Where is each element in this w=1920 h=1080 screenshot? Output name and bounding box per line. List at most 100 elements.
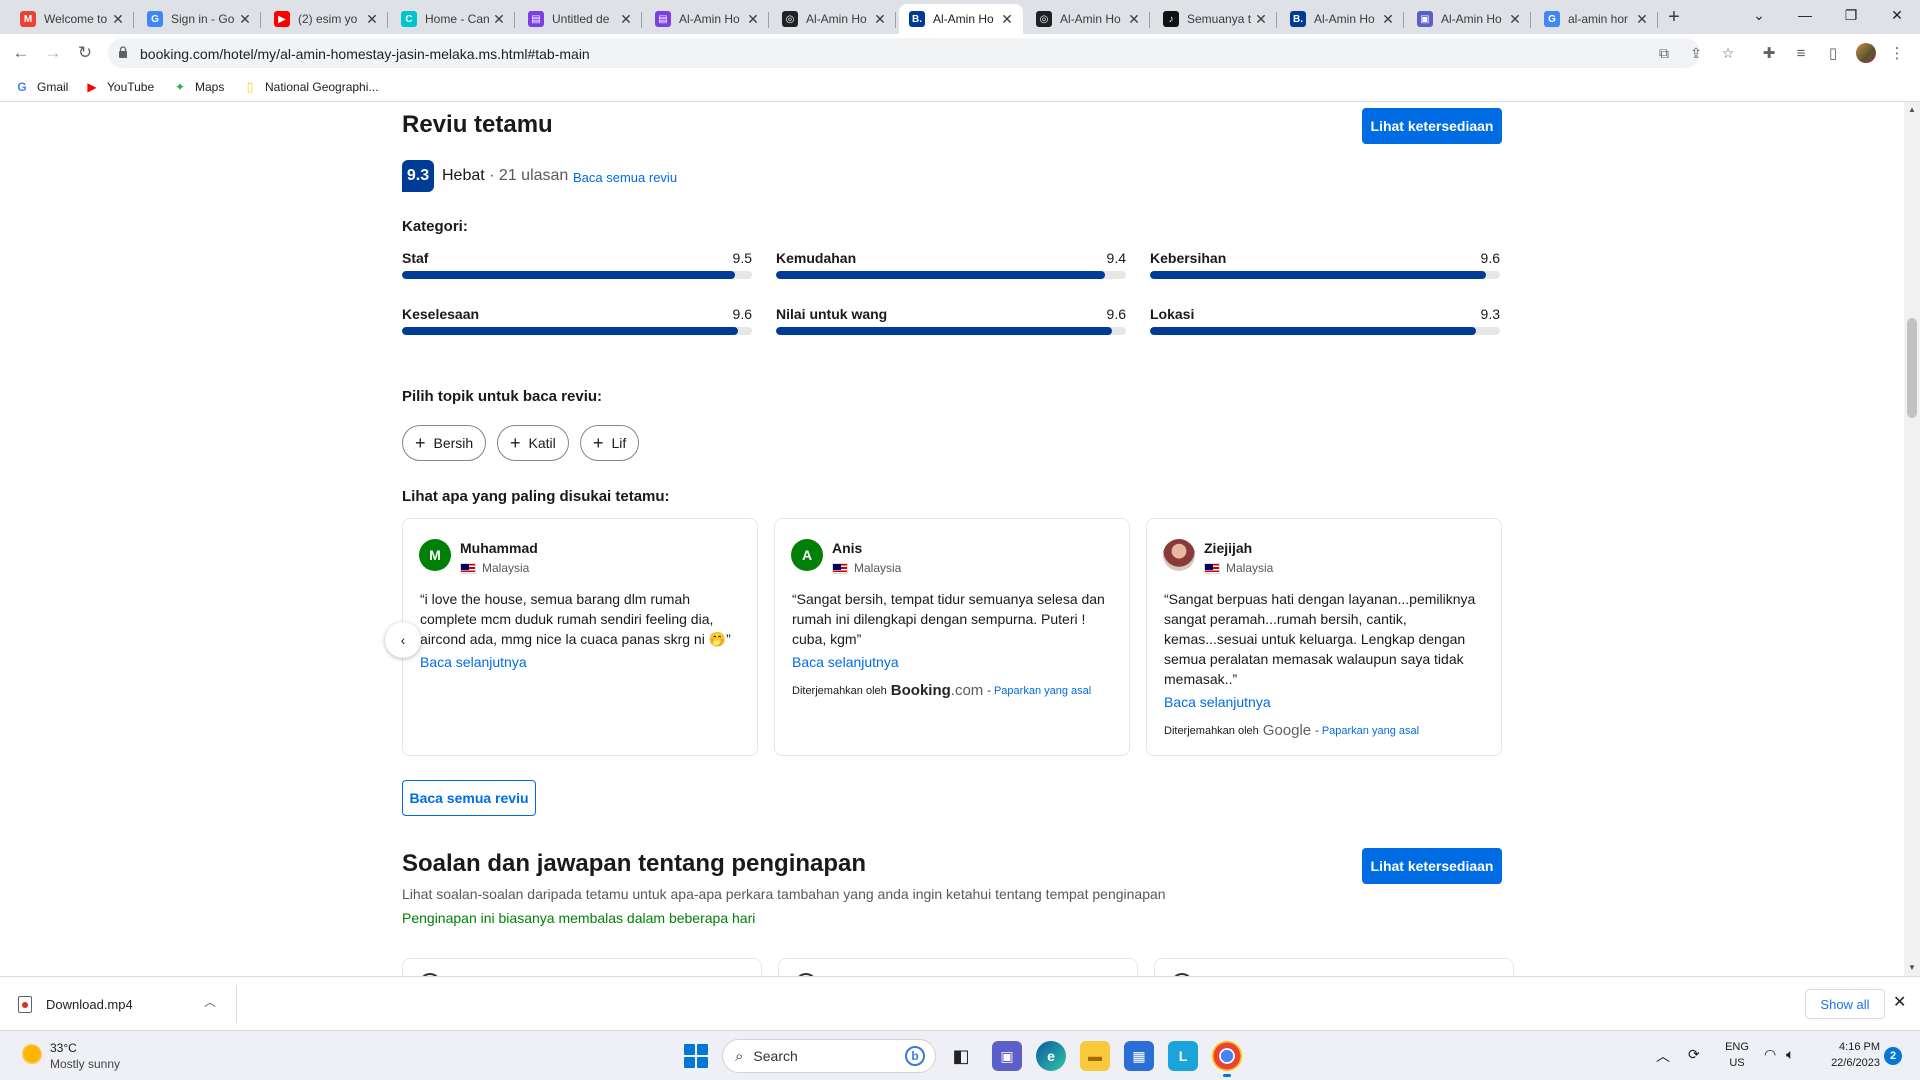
clock-time[interactable]: 4:16 PM	[1816, 1041, 1880, 1053]
topic-chip-katil[interactable]: + Katil	[497, 425, 569, 461]
volume-icon[interactable]: 🔈︎	[1786, 1046, 1794, 1063]
category-score: 9.4	[1106, 250, 1126, 266]
side-panel-icon[interactable]: ▯	[1824, 44, 1842, 62]
weather-temperature[interactable]: 33°C	[50, 1041, 77, 1055]
close-icon[interactable]: ✕	[1893, 992, 1906, 1012]
scroll-down-arrow-icon[interactable]: ▼	[1906, 962, 1918, 974]
tab-close-icon[interactable]: ✕	[745, 11, 761, 27]
lock-icon[interactable]	[118, 46, 128, 58]
menu-kebab-icon[interactable]: ⋮	[1888, 44, 1906, 62]
taskbar-search[interactable]: ⌕ Search b	[722, 1039, 936, 1073]
chevron-up-icon[interactable]: ︿	[1656, 1046, 1670, 1066]
browser-tab[interactable]: ◎ Al-Amin Ho ✕	[1026, 4, 1150, 34]
tab-close-icon[interactable]: ✕	[999, 11, 1015, 27]
show-original-link[interactable]: Paparkan yang asal	[1322, 725, 1419, 737]
tab-close-icon[interactable]: ✕	[1380, 11, 1396, 27]
scroll-up-arrow-icon[interactable]: ▲	[1906, 104, 1918, 116]
tab-search-chevron-icon[interactable]: ⌄	[1736, 0, 1782, 30]
read-all-reviews-button[interactable]: Baca semua reviu	[402, 780, 536, 816]
reload-icon[interactable]: ↻	[72, 40, 98, 66]
topic-chip-bersih[interactable]: + Bersih	[402, 425, 487, 461]
weather-description[interactable]: Mostly sunny	[50, 1057, 120, 1071]
topic-chip-lif[interactable]: + Lif	[580, 425, 640, 461]
read-more-link[interactable]: Baca selanjutnya	[420, 654, 527, 670]
app-l-icon[interactable]: L	[1168, 1041, 1198, 1071]
language-region[interactable]: US	[1722, 1057, 1752, 1069]
tab-close-icon[interactable]: ✕	[110, 11, 126, 27]
read-more-link[interactable]: Baca selanjutnya	[1164, 694, 1271, 710]
file-explorer-icon[interactable]: ▬	[1080, 1041, 1110, 1071]
profile-avatar[interactable]	[1856, 43, 1876, 63]
scrollbar-thumb[interactable]	[1907, 318, 1917, 418]
browser-tab[interactable]: C Home - Can ✕	[391, 4, 515, 34]
check-availability-button[interactable]: Lihat ketersediaan	[1362, 108, 1502, 144]
translate-icon[interactable]: ⧉	[1656, 45, 1672, 61]
carousel-prev-chevron-icon[interactable]: ‹	[385, 622, 421, 658]
sync-icon[interactable]: ⟳	[1688, 1046, 1700, 1063]
qa-check-availability-button[interactable]: Lihat ketersediaan	[1362, 848, 1502, 884]
bookmark-maps[interactable]: ✦ Maps	[172, 78, 224, 96]
new-tab-button[interactable]: +	[1662, 6, 1686, 30]
share-icon[interactable]: ⇪	[1688, 45, 1704, 61]
tab-close-icon[interactable]: ✕	[1126, 11, 1142, 27]
browser-tab[interactable]: B. Al-Amin Ho ✕	[1280, 4, 1404, 34]
clock-date[interactable]: 22/6/2023	[1816, 1057, 1880, 1069]
browser-tab[interactable]: ♪ Semuanya t ✕	[1153, 4, 1277, 34]
browser-tab[interactable]: ◎ Al-Amin Ho ✕	[772, 4, 896, 34]
download-item[interactable]: Download.mp4	[18, 989, 228, 1019]
browser-tab[interactable]: Gal-amin hor ✕	[1534, 4, 1658, 34]
wifi-icon[interactable]: ◠	[1764, 1046, 1776, 1063]
chrome-icon[interactable]	[1212, 1041, 1242, 1077]
task-view-icon[interactable]: ◧	[946, 1041, 976, 1071]
question-card[interactable]	[402, 958, 762, 976]
windows-start-icon[interactable]	[684, 1044, 708, 1068]
browser-tab[interactable]: ▤ Al-Amin Ho ✕	[645, 4, 769, 34]
read-all-reviews-link[interactable]: Baca semua reviu	[573, 170, 677, 185]
sun-weather-icon[interactable]	[20, 1044, 42, 1066]
media-queue-icon[interactable]: ≡	[1792, 44, 1810, 62]
show-all-downloads-button[interactable]: Show all	[1805, 989, 1885, 1019]
minimize-button[interactable]: —	[1782, 0, 1828, 30]
browser-tab[interactable]: ▣ Al-Amin Ho ✕	[1407, 4, 1531, 34]
booking-icon: B.	[1290, 11, 1306, 27]
bookmark-youtube[interactable]: ▶ YouTube	[84, 78, 154, 96]
close-window-button[interactable]: ✕	[1874, 0, 1920, 30]
show-original-link[interactable]: Paparkan yang asal	[994, 685, 1091, 697]
read-more-link[interactable]: Baca selanjutnya	[792, 654, 899, 670]
question-card[interactable]	[1154, 958, 1514, 976]
browser-tab[interactable]: ▤ Untitled de ✕	[518, 4, 642, 34]
tab-close-icon[interactable]: ✕	[364, 11, 380, 27]
browser-tab[interactable]: ▶ (2) esim yo ✕	[264, 4, 388, 34]
page-scrollbar[interactable]	[1904, 102, 1920, 976]
tab-title: al-amin hor	[1568, 12, 1629, 26]
teams-icon: ▣	[1417, 11, 1433, 27]
tab-close-icon[interactable]: ✕	[1507, 11, 1523, 27]
language-code[interactable]: ENG	[1722, 1041, 1752, 1053]
browser-tab[interactable]: G Sign in - Go ✕	[137, 4, 261, 34]
tab-close-icon[interactable]: ✕	[1253, 11, 1269, 27]
chevron-up-icon[interactable]: ︿	[204, 993, 216, 1010]
question-card[interactable]	[778, 958, 1138, 976]
notification-count-badge[interactable]: 2	[1884, 1047, 1902, 1065]
browser-tab[interactable]: M Welcome to ✕	[10, 4, 134, 34]
tab-strip: M Welcome to ✕ G Sign in - Go ✕ ▶ (2) esim yo ✕ C…	[0, 0, 1920, 34]
bookmark-gmail[interactable]: G Gmail	[14, 78, 68, 96]
extensions-puzzle-icon[interactable]: ✚	[1760, 44, 1778, 62]
back-arrow-icon[interactable]: ←	[8, 40, 34, 66]
address-bar[interactable]: booking.com/hotel/my/al-amin-homestay-ja…	[108, 38, 1734, 68]
tab-close-icon[interactable]: ✕	[1634, 11, 1650, 27]
forward-arrow-icon[interactable]: →	[40, 40, 66, 66]
browser-tab[interactable]: B. Al-Amin Ho ✕	[899, 4, 1023, 34]
bookmark-national[interactable]: ▯ National Geographi...	[242, 78, 379, 96]
tab-close-icon[interactable]: ✕	[237, 11, 253, 27]
translation-dash: -	[1315, 724, 1319, 737]
tab-close-icon[interactable]: ✕	[872, 11, 888, 27]
bing-icon[interactable]: b	[905, 1046, 925, 1066]
microsoft-store-icon[interactable]: ▦	[1124, 1041, 1154, 1071]
restore-button[interactable]: ❐	[1828, 0, 1874, 30]
tab-close-icon[interactable]: ✕	[618, 11, 634, 27]
teams-chat-icon[interactable]: ▣	[992, 1041, 1022, 1071]
bookmark-star-icon[interactable]: ☆	[1720, 45, 1736, 61]
edge-icon[interactable]: e	[1036, 1041, 1066, 1071]
tab-close-icon[interactable]: ✕	[491, 11, 507, 27]
